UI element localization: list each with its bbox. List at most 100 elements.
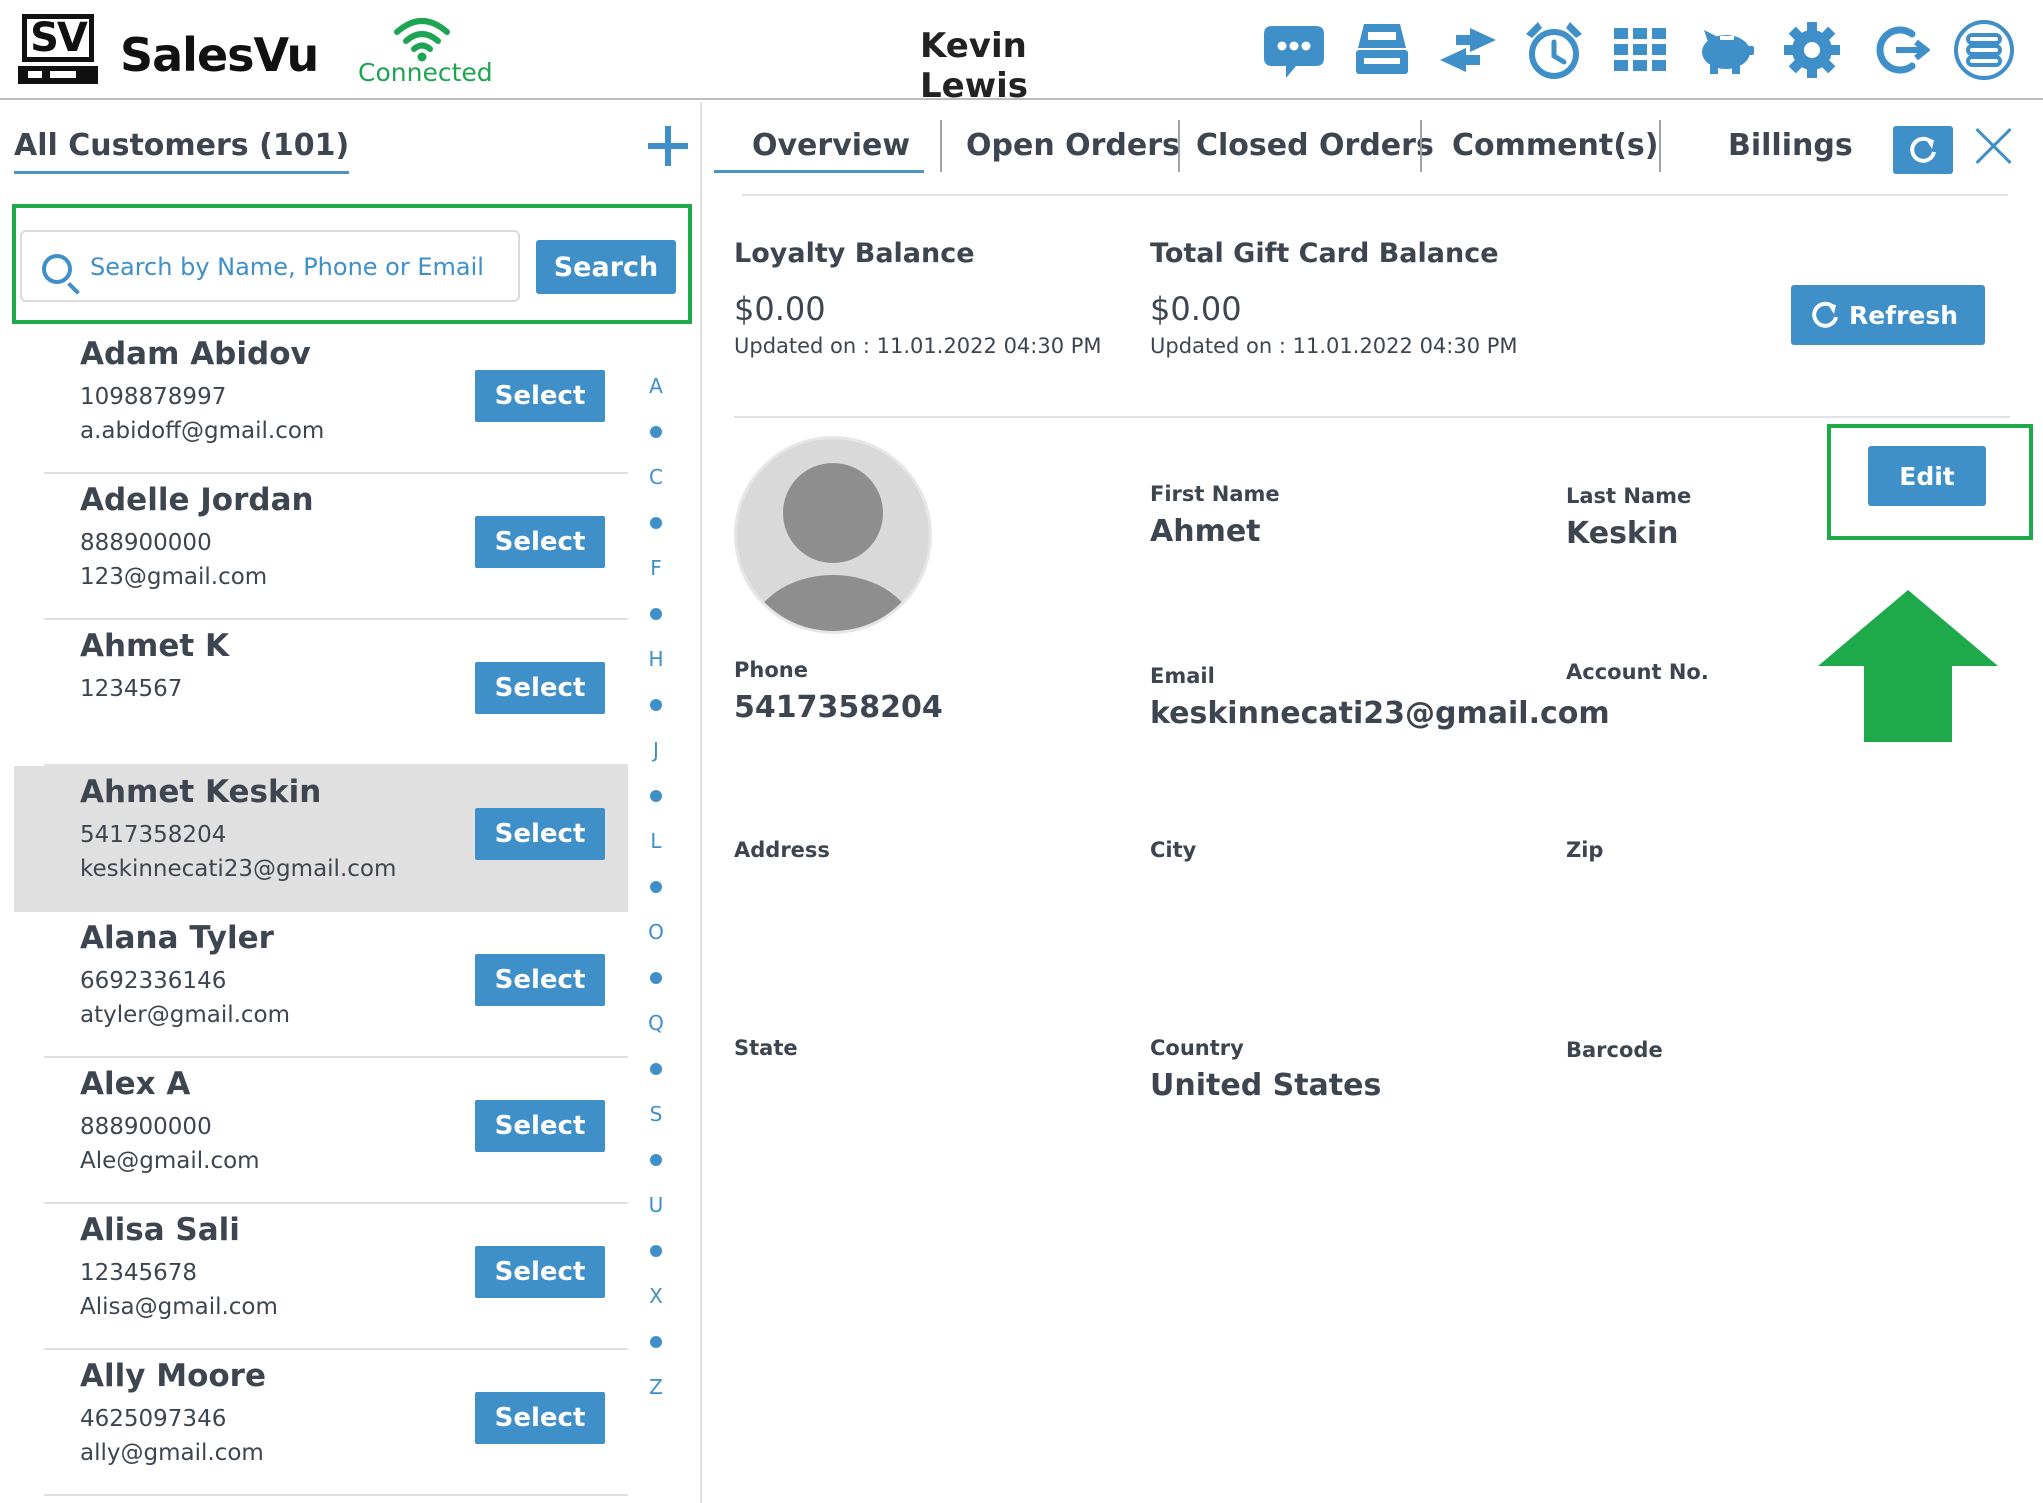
- edit-button[interactable]: Edit: [1868, 446, 1986, 506]
- refresh-button[interactable]: Refresh: [1791, 285, 1985, 345]
- gift-card-updated: Updated on : 11.01.2022 04:30 PM: [1150, 334, 1518, 358]
- close-icon[interactable]: [1974, 126, 2014, 166]
- avatar-head: [783, 463, 883, 563]
- email-value: keskinnecati23@gmail.com: [1150, 696, 1610, 731]
- select-customer-button[interactable]: Select: [475, 516, 605, 568]
- tab-closed-orders[interactable]: Closed Orders: [1196, 128, 1434, 163]
- tab-overview[interactable]: Overview: [752, 128, 910, 163]
- select-customer-button[interactable]: Select: [475, 1100, 605, 1152]
- customer-row[interactable]: Alana Tyler 6692336146 atyler@gmail.com Sel…: [14, 912, 628, 1058]
- grid-icon[interactable]: [1608, 18, 1672, 82]
- customer-row[interactable]: Adelle Jordan 888900000 123@gmail.com Selec…: [14, 474, 628, 620]
- register-icon[interactable]: [1350, 18, 1414, 82]
- alphabet-letter[interactable]: F: [636, 556, 676, 580]
- reload-button[interactable]: [1893, 126, 1953, 174]
- alphabet-letter[interactable]: J: [636, 738, 676, 762]
- customer-row[interactable]: Alisa Sali 12345678 Alisa@gmail.com Select: [14, 1204, 628, 1350]
- search-highlight-box: Search: [12, 204, 692, 324]
- select-customer-button[interactable]: Select: [475, 808, 605, 860]
- search-field[interactable]: [20, 230, 520, 302]
- logout-icon[interactable]: [1866, 18, 1931, 82]
- customer-name: Alisa Sali: [80, 1212, 240, 1248]
- select-customer-button[interactable]: Select: [475, 1246, 605, 1298]
- customer-list-panel: All Customers (101) Search Adam Abidov 10…: [0, 102, 702, 1503]
- customer-phone: 5417358204: [80, 822, 227, 848]
- avatar[interactable]: [734, 436, 932, 634]
- connection-status: Connected: [358, 58, 493, 87]
- alphabet-dot: [650, 517, 662, 529]
- piggy-bank-icon[interactable]: [1694, 18, 1758, 82]
- alphabet-dot: [650, 699, 662, 711]
- search-input[interactable]: [90, 250, 510, 284]
- tab-comments[interactable]: Comment(s): [1452, 128, 1658, 163]
- customer-row[interactable]: Ahmet K 1234567 Select: [14, 620, 628, 766]
- address-label: Address: [734, 838, 830, 862]
- customer-email: Ale@gmail.com: [80, 1148, 260, 1174]
- customer-row[interactable]: Ahmet Keskin 5417358204 keskinnecati23@gma…: [14, 766, 628, 912]
- phone-label: Phone: [734, 658, 808, 682]
- loyalty-updated: Updated on : 11.01.2022 04:30 PM: [734, 334, 1102, 358]
- alphabet-letter[interactable]: A: [636, 374, 676, 398]
- logo-register-base: [18, 66, 98, 84]
- wifi-icon: [394, 18, 450, 62]
- gear-icon[interactable]: [1780, 18, 1844, 82]
- tab-separator: [1420, 120, 1422, 172]
- customer-name: Adelle Jordan: [80, 482, 314, 518]
- customer-row[interactable]: Alex A 888900000 Ale@gmail.com Select: [14, 1058, 628, 1204]
- alphabet-letter[interactable]: C: [636, 465, 676, 489]
- alarm-icon[interactable]: [1522, 18, 1586, 82]
- customer-row[interactable]: Adam Abidov 1098878997 a.abidoff@gmail.com…: [14, 328, 628, 474]
- select-customer-button[interactable]: Select: [475, 370, 605, 422]
- loyalty-updated-label: Updated on :: [734, 334, 870, 358]
- alphabet-dot: [650, 1063, 662, 1075]
- loyalty-balance-value: $0.00: [734, 290, 826, 328]
- alphabet-letter[interactable]: L: [636, 829, 676, 853]
- alphabet-letter[interactable]: S: [636, 1102, 676, 1126]
- customer-phone: 1234567: [80, 676, 183, 702]
- tab-billings[interactable]: Billings: [1728, 128, 1853, 163]
- phone-value: 5417358204: [734, 690, 943, 725]
- customers-title[interactable]: All Customers (101): [14, 128, 350, 174]
- chat-icon[interactable]: [1262, 18, 1326, 82]
- country-value: United States: [1150, 1068, 1382, 1103]
- customer-name: Ahmet K: [80, 628, 230, 664]
- refresh-icon: [1812, 301, 1838, 328]
- customer-detail-panel: Overview Open Orders Closed Orders Comme…: [704, 102, 2043, 1503]
- current-user-name: Kevin Lewis: [920, 26, 1029, 106]
- gift-card-updated-date: 11.01.2022 04:30 PM: [1292, 334, 1518, 358]
- alphabet-letter[interactable]: U: [636, 1193, 676, 1217]
- alphabet-letter[interactable]: O: [636, 920, 676, 944]
- customer-phone: 4625097346: [80, 1406, 227, 1432]
- customer-email: keskinnecati23@gmail.com: [80, 856, 397, 882]
- alphabet-letter[interactable]: Q: [636, 1011, 676, 1035]
- account-no-label: Account No.: [1566, 660, 1709, 684]
- barcode-label: Barcode: [1566, 1038, 1663, 1062]
- alphabet-dot: [650, 608, 662, 620]
- menu-icon[interactable]: [1952, 18, 2016, 82]
- add-customer-icon[interactable]: [646, 124, 690, 168]
- balance-divider: [734, 416, 2010, 418]
- tab-open-orders[interactable]: Open Orders: [966, 128, 1180, 163]
- avatar-body: [751, 575, 915, 631]
- salesvu-logo: SV: [18, 14, 98, 86]
- alphabet-letter[interactable]: Z: [636, 1375, 676, 1399]
- select-customer-button[interactable]: Select: [475, 662, 605, 714]
- city-label: City: [1150, 838, 1197, 862]
- transfer-icon[interactable]: [1436, 18, 1500, 82]
- alphabet-dot: [650, 790, 662, 802]
- customer-row[interactable]: Ally Moore 4625097346 ally@gmail.com Select: [14, 1350, 628, 1496]
- customer-email: Alisa@gmail.com: [80, 1294, 278, 1320]
- customer-phone: 1098878997: [80, 384, 227, 410]
- select-customer-button[interactable]: Select: [475, 954, 605, 1006]
- alphabet-dot: [650, 426, 662, 438]
- select-customer-button[interactable]: Select: [475, 1392, 605, 1444]
- customer-name: Ally Moore: [80, 1358, 266, 1394]
- alphabet-letter[interactable]: X: [636, 1284, 676, 1308]
- alphabet-dot: [650, 1154, 662, 1166]
- search-button[interactable]: Search: [536, 240, 676, 294]
- gift-card-balance-value: $0.00: [1150, 290, 1242, 328]
- customer-phone: 12345678: [80, 1260, 198, 1286]
- alphabet-letter[interactable]: H: [636, 647, 676, 671]
- last-name-label: Last Name: [1566, 484, 1692, 508]
- tab-separator: [1659, 120, 1661, 172]
